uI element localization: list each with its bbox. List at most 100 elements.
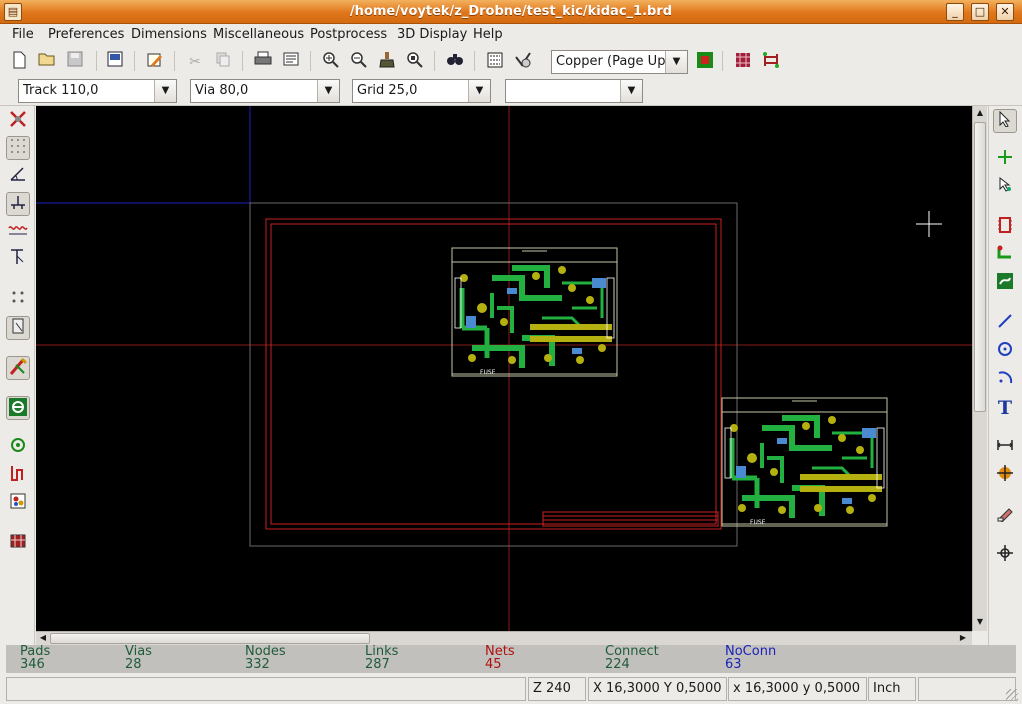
tools-toolbar: T: [988, 106, 1022, 646]
resize-grip-icon[interactable]: [1006, 689, 1018, 701]
options-toolbar: [0, 106, 35, 646]
horizontal-scrollbar[interactable]: ◀ ▶: [36, 631, 972, 645]
grid-select[interactable]: Grid 25,0 ▼: [352, 79, 491, 103]
add-text-icon[interactable]: T: [993, 396, 1017, 420]
info-noconn: NoConn 63: [725, 645, 776, 671]
new-board-icon[interactable]: [8, 51, 30, 73]
board-drawing: FUSE FUSE: [36, 106, 972, 631]
auto-route-icon[interactable]: [760, 51, 782, 73]
copy-icon[interactable]: [212, 51, 234, 73]
menu-3d-display[interactable]: 3D Display: [397, 27, 467, 42]
ratsnest-icon[interactable]: [6, 288, 30, 312]
chevron-down-icon[interactable]: ▼: [665, 51, 687, 73]
scroll-up-icon[interactable]: ▲: [975, 108, 985, 118]
microwave-toolbar-icon[interactable]: [6, 532, 30, 556]
add-zones-icon[interactable]: [993, 272, 1017, 296]
track-width-select[interactable]: Track 110,0 ▼: [18, 79, 177, 103]
chevron-down-icon[interactable]: ▼: [620, 80, 642, 102]
vertical-scrollbar[interactable]: ▲ ▼: [972, 106, 987, 631]
select-icon[interactable]: [993, 109, 1017, 133]
ic-pad-row: [800, 486, 882, 492]
menu-dimensions[interactable]: Dimensions: [131, 27, 207, 42]
add-tracks-icon[interactable]: [993, 176, 1017, 200]
add-graphic-line-icon[interactable]: [993, 312, 1017, 336]
zoom-fit-icon[interactable]: [404, 51, 426, 73]
track-width-value: Track 110,0: [23, 83, 99, 98]
scroll-right-icon[interactable]: ▶: [958, 633, 968, 643]
zoom-in-icon[interactable]: [320, 51, 342, 73]
module-editor-icon[interactable]: [144, 51, 166, 73]
close-button[interactable]: ✕: [996, 3, 1014, 21]
window-titlebar[interactable]: ▤ /home/voytek/z_Drobne/test_kic/kidac_1…: [0, 0, 1022, 24]
menu-file[interactable]: File: [12, 27, 34, 42]
tracks-sketch-icon[interactable]: [6, 464, 30, 488]
status-bar: Z 240 X 16,3000 Y 0,5000 x 16,3000 y 0,5…: [0, 675, 1022, 704]
auto-delete-track-icon[interactable]: [6, 356, 30, 380]
pcb-board-1: FUSE: [451, 247, 618, 377]
menu-preferences[interactable]: Preferences: [48, 27, 124, 42]
high-contrast-icon[interactable]: [6, 492, 30, 516]
horizontal-scroll-thumb[interactable]: [50, 633, 370, 644]
polar-coords-icon[interactable]: [6, 164, 30, 188]
board-label-fuse: FUSE: [750, 519, 766, 526]
menu-postprocess[interactable]: Postprocess: [310, 27, 387, 42]
find-icon[interactable]: [444, 51, 466, 73]
add-circle-icon[interactable]: [993, 340, 1017, 364]
info-nodes: Nodes 332: [245, 645, 286, 671]
layer-select[interactable]: Copper (Page Up) ▼: [551, 50, 688, 74]
info-vias-value: 28: [125, 657, 142, 672]
layer-pair-icon[interactable]: [694, 51, 716, 73]
plot-icon[interactable]: [280, 51, 302, 73]
chevron-down-icon[interactable]: ▼: [317, 80, 339, 102]
units-mm-icon[interactable]: [6, 220, 30, 244]
minimize-button[interactable]: _: [946, 3, 964, 21]
local-ratsnest-icon[interactable]: [993, 244, 1017, 268]
save-board-icon[interactable]: [64, 51, 86, 73]
copper-track: [762, 415, 832, 451]
aux-toolbar: Track 110,0 ▼ Via 80,0 ▼ Grid 25,0 ▼ ▼: [0, 76, 1022, 106]
add-modules-icon[interactable]: [993, 148, 1017, 172]
chevron-down-icon[interactable]: ▼: [468, 80, 490, 102]
open-board-icon[interactable]: [36, 51, 58, 73]
main-toolbar: ✂ Copper (Page Up) ▼: [0, 47, 1022, 75]
drc-off-icon[interactable]: [6, 109, 30, 133]
zoom-select[interactable]: ▼: [505, 79, 643, 103]
units-inch-icon[interactable]: [6, 192, 30, 216]
add-arc-icon[interactable]: [993, 368, 1017, 392]
auto-place-icon[interactable]: [732, 51, 754, 73]
add-dimension-icon[interactable]: [993, 436, 1017, 460]
pads-sketch-icon[interactable]: [6, 436, 30, 460]
scroll-left-icon[interactable]: ◀: [38, 633, 48, 643]
menu-help[interactable]: Help: [473, 27, 503, 42]
delete-icon[interactable]: [993, 504, 1017, 528]
info-nets: Nets 45: [485, 645, 515, 671]
status-zoom: Z 240: [528, 677, 586, 701]
module-ratsnest-icon[interactable]: [6, 316, 30, 340]
cut-icon[interactable]: ✂: [184, 51, 206, 73]
grid-icon[interactable]: [6, 136, 30, 160]
zoom-redraw-icon[interactable]: [376, 51, 398, 73]
zoom-out-icon[interactable]: [348, 51, 370, 73]
show-zones-icon[interactable]: [6, 396, 30, 420]
netlist-icon[interactable]: [484, 51, 506, 73]
drc-icon[interactable]: [512, 51, 534, 73]
info-connect-value: 224: [605, 657, 630, 672]
ic-pad-row: [800, 474, 882, 480]
via-size-select[interactable]: Via 80,0 ▼: [190, 79, 340, 103]
print-icon[interactable]: [252, 51, 274, 73]
vertical-scroll-thumb[interactable]: [974, 122, 986, 412]
status-abs-coords: X 16,3000 Y 0,5000: [588, 677, 727, 701]
set-origin-icon[interactable]: [993, 544, 1017, 568]
add-mire-icon[interactable]: [993, 464, 1017, 488]
page-settings-icon[interactable]: [104, 51, 126, 73]
chevron-down-icon[interactable]: ▼: [154, 80, 176, 102]
status-message: [6, 677, 526, 701]
scroll-down-icon[interactable]: ▼: [975, 617, 985, 627]
ic-pad-row: [530, 324, 612, 330]
pcb-canvas[interactable]: FUSE FUSE: [36, 106, 972, 631]
net-highlight-icon[interactable]: [993, 216, 1017, 240]
maximize-button[interactable]: □: [971, 3, 989, 21]
cursor-shape-icon[interactable]: [6, 248, 30, 272]
menu-miscellaneous[interactable]: Miscellaneous: [213, 27, 304, 42]
board-info-bar: Pads 346 Vias 28 Nodes 332 Links 287 Net…: [6, 645, 1016, 673]
